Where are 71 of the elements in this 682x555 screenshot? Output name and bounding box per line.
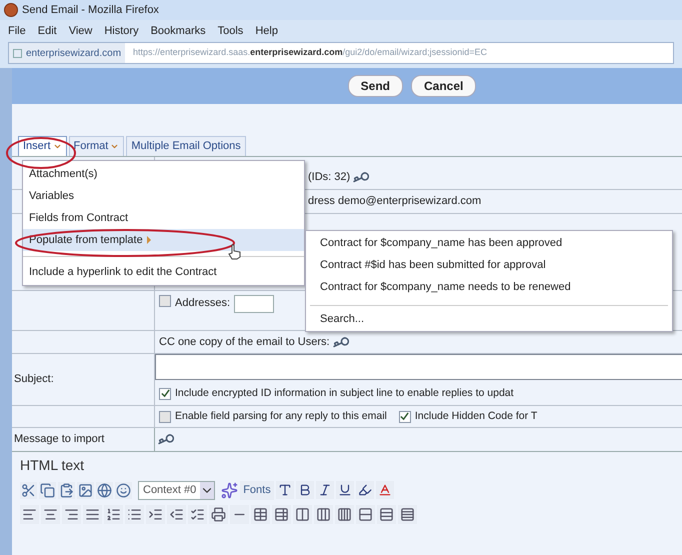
menu-item[interactable]: Edit bbox=[38, 22, 57, 40]
justify-icon[interactable] bbox=[83, 504, 102, 524]
caret-icon bbox=[200, 482, 214, 498]
menu-item[interactable]: Tools bbox=[218, 22, 244, 40]
checkbox[interactable] bbox=[159, 388, 171, 400]
menu-item[interactable]: Variables bbox=[23, 185, 304, 207]
checkbox[interactable] bbox=[159, 410, 171, 422]
menu-item[interactable]: Include a hyperlink to edit the Contract bbox=[23, 261, 304, 283]
fonts-button[interactable]: Fonts bbox=[240, 480, 274, 500]
checkbox[interactable] bbox=[159, 295, 171, 307]
menu-item[interactable]: Contract #$id has been submitted for approval bbox=[306, 254, 672, 276]
menu-item[interactable]: Contract for $company_name needs to be renewed bbox=[306, 276, 672, 298]
cut-icon[interactable] bbox=[20, 482, 37, 498]
menu-item[interactable]: File bbox=[8, 22, 26, 40]
option-label: Include encrypted ID information in subject line to enable replies to updat bbox=[175, 386, 514, 401]
italic-icon[interactable] bbox=[316, 481, 334, 499]
highlighter-icon[interactable] bbox=[356, 481, 374, 499]
checkbox[interactable] bbox=[398, 410, 411, 422]
numbered-list-icon[interactable] bbox=[104, 504, 123, 524]
subject-field[interactable] bbox=[155, 354, 682, 380]
checklist-icon[interactable] bbox=[188, 504, 207, 524]
font-size-icon[interactable] bbox=[276, 481, 294, 499]
ids-text: (IDs: 32) bbox=[308, 170, 350, 184]
menu-item[interactable]: Fields from Contract bbox=[23, 207, 304, 229]
url-text: https://enterprisewizard.saas.enterprisewizard.com/gui2/do/email/wizard;jsessionid=EC bbox=[132, 46, 487, 60]
address-bar[interactable]: enterprisewizard.com https://enterprisewizard.saas.enterprisewizard.com/gui2/do/email/wizard;jsessionid=EC bbox=[8, 42, 674, 64]
menu-item[interactable]: Bookmarks bbox=[150, 22, 206, 40]
menu-item[interactable]: Populate from template bbox=[23, 229, 304, 251]
globe-icon[interactable] bbox=[96, 482, 113, 498]
menu-item[interactable]: Help bbox=[255, 22, 278, 40]
address-text: dress demo@enterprisewizard.com bbox=[308, 194, 482, 210]
outdent-icon[interactable] bbox=[167, 504, 186, 524]
align-left-icon[interactable] bbox=[20, 504, 39, 524]
align-center-icon[interactable] bbox=[41, 504, 60, 524]
smiley-icon[interactable] bbox=[115, 482, 132, 498]
option-label: Enable field parsing for any reply to this email bbox=[175, 408, 387, 424]
context-select[interactable]: Context #0 bbox=[138, 480, 216, 500]
action-button[interactable]: Cancel bbox=[410, 75, 476, 97]
table-icon[interactable] bbox=[251, 504, 270, 524]
editor-tab[interactable]: Insert bbox=[18, 136, 67, 156]
paste-icon[interactable] bbox=[58, 482, 75, 498]
subject-label: Subject: bbox=[14, 372, 54, 388]
indent-icon[interactable] bbox=[146, 504, 165, 524]
image-icon[interactable] bbox=[77, 482, 94, 498]
menu-item[interactable]: Contract for $company_name has been approved bbox=[306, 232, 672, 254]
menu-item[interactable]: Attachment(s) bbox=[23, 163, 304, 185]
table-properties-icon[interactable] bbox=[272, 504, 291, 524]
copy-icon[interactable] bbox=[39, 482, 56, 498]
sparkle-icon[interactable] bbox=[221, 482, 238, 498]
cc-text: CC one copy of the email to Users: bbox=[159, 334, 330, 350]
browser-icon bbox=[4, 3, 18, 17]
pointer-cursor-icon bbox=[228, 244, 242, 260]
option-label: Include Hidden Code for T bbox=[414, 408, 538, 424]
action-button[interactable]: Send bbox=[348, 75, 403, 97]
window-title: Send Email - Mozilla Firefox bbox=[22, 2, 159, 18]
html-text-label: HTML text bbox=[20, 457, 84, 473]
printer-icon[interactable] bbox=[209, 504, 228, 524]
menu-item[interactable]: View bbox=[68, 22, 92, 40]
bold-icon[interactable] bbox=[296, 481, 314, 499]
addresses-label: Addresses: bbox=[175, 296, 230, 311]
editor-tab[interactable]: Multiple Email Options bbox=[126, 136, 246, 156]
menu-item[interactable]: History bbox=[104, 22, 139, 40]
addresses-field[interactable] bbox=[234, 295, 274, 313]
underline-icon[interactable] bbox=[336, 481, 354, 499]
editor-tab[interactable]: Format bbox=[68, 136, 124, 156]
message-label: Message to import bbox=[14, 432, 104, 448]
text-color-icon[interactable] bbox=[376, 481, 394, 499]
bullet-list-icon[interactable] bbox=[125, 504, 144, 524]
menu-item[interactable]: Search... bbox=[306, 308, 672, 330]
site-identity-button[interactable]: enterprisewizard.com bbox=[9, 43, 126, 63]
align-right-icon[interactable] bbox=[62, 504, 81, 524]
